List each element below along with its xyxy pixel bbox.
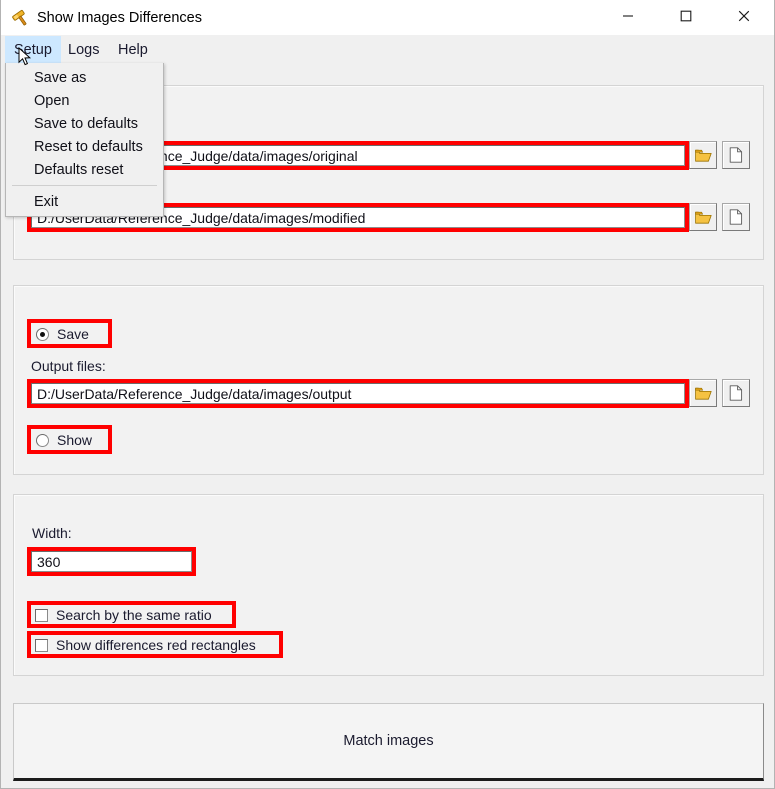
file-page-icon xyxy=(729,147,743,163)
modified-browse-folder-button[interactable] xyxy=(689,203,717,231)
open-folder-icon xyxy=(694,149,712,162)
output-group: Save Output files: D:/UserData/Reference… xyxy=(13,285,764,475)
open-folder-icon xyxy=(694,387,712,400)
title-bar: Show Images Differences xyxy=(1,0,774,36)
match-images-button[interactable]: Match images xyxy=(13,703,764,781)
show-radio-label: Show xyxy=(57,432,93,448)
menu-option-save-to-defaults[interactable]: Save to defaults xyxy=(6,112,163,135)
file-page-icon xyxy=(729,385,743,401)
gavel-icon xyxy=(11,9,31,29)
options-group: Width: 360 Search by the same ratio Show… xyxy=(13,494,764,676)
original-browse-folder-button[interactable] xyxy=(689,141,717,169)
radio-unselected-icon xyxy=(36,433,49,447)
show-diff-rectangles-checkbox[interactable]: Show differences red rectangles xyxy=(35,637,256,653)
menu-option-open[interactable]: Open xyxy=(6,89,163,112)
menu-option-reset-to-defaults[interactable]: Reset to defaults xyxy=(6,135,163,158)
search-same-ratio-label: Search by the same ratio xyxy=(56,607,212,623)
modified-browse-file-button[interactable] xyxy=(722,203,750,231)
menu-option-save-as[interactable]: Save as xyxy=(6,66,163,89)
app-window: Show Images Differences Setup Logs Help … xyxy=(0,0,775,789)
minimize-button[interactable] xyxy=(605,0,651,31)
checkbox-unchecked-icon xyxy=(35,608,48,622)
save-radio-label: Save xyxy=(57,326,89,342)
close-button[interactable] xyxy=(721,0,767,31)
output-files-label: Output files: xyxy=(31,358,106,374)
close-icon xyxy=(738,10,750,21)
menu-bar: Setup Logs Help xyxy=(1,36,774,63)
show-radio[interactable]: Show xyxy=(36,432,92,448)
search-same-ratio-checkbox[interactable]: Search by the same ratio xyxy=(35,607,212,623)
file-page-icon xyxy=(729,209,743,225)
radio-selected-icon xyxy=(36,327,49,341)
maximize-button[interactable] xyxy=(663,0,709,31)
output-path-input[interactable]: D:/UserData/Reference_Judge/data/images/… xyxy=(31,383,685,404)
menu-item-setup[interactable]: Setup xyxy=(5,36,61,63)
width-label: Width: xyxy=(32,525,72,541)
checkbox-unchecked-icon xyxy=(35,638,48,652)
maximize-icon xyxy=(680,10,692,21)
original-browse-file-button[interactable] xyxy=(722,141,750,169)
menu-separator xyxy=(12,185,157,186)
show-diff-rectangles-label: Show differences red rectangles xyxy=(56,637,256,653)
width-input[interactable]: 360 xyxy=(31,551,192,572)
menu-option-exit[interactable]: Exit xyxy=(6,190,163,213)
menu-option-defaults-reset[interactable]: Defaults reset xyxy=(6,158,163,181)
output-browse-folder-button[interactable] xyxy=(689,379,717,407)
minimize-icon xyxy=(623,14,633,17)
setup-dropdown-menu: Save as Open Save to defaults Reset to d… xyxy=(5,63,164,217)
window-title: Show Images Differences xyxy=(37,10,202,26)
open-folder-icon xyxy=(694,211,712,224)
output-browse-file-button[interactable] xyxy=(722,379,750,407)
menu-item-logs[interactable]: Logs xyxy=(59,36,108,63)
menu-item-help[interactable]: Help xyxy=(109,36,157,63)
save-radio[interactable]: Save xyxy=(36,326,89,342)
match-images-label: Match images xyxy=(343,733,434,749)
